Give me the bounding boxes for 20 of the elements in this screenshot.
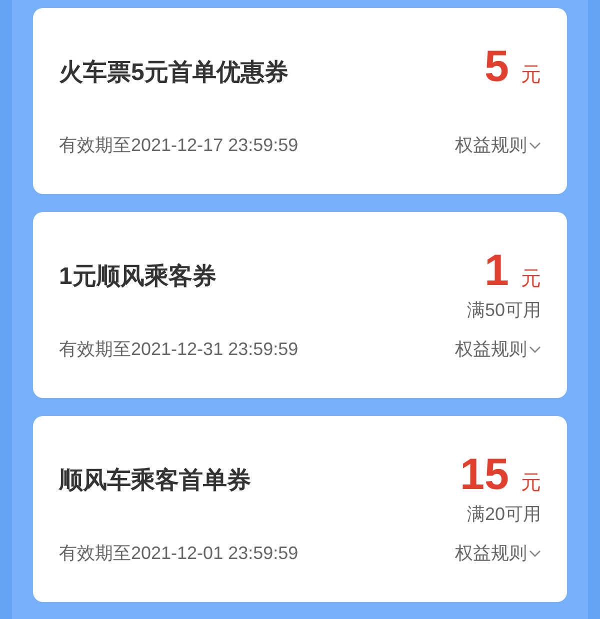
chevron-down-icon [529, 550, 541, 558]
coupon-title: 顺风车乘客首单券 [59, 466, 251, 496]
coupon-amount: 15 [460, 450, 509, 500]
currency-unit: 元 [521, 63, 541, 88]
validity-date: 有效期至2021-12-01 23:59:59 [59, 542, 298, 565]
currency-unit: 元 [521, 267, 541, 292]
currency-unit: 元 [521, 471, 541, 496]
rules-link[interactable]: 权益规则 [455, 540, 541, 567]
coupon-title: 火车票5元首单优惠券 [59, 58, 288, 88]
validity-date: 有效期至2021-12-31 23:59:59 [59, 338, 298, 361]
usage-condition: 满20可用 [466, 503, 541, 526]
validity-date: 有效期至2021-12-17 23:59:59 [59, 134, 298, 157]
usage-condition: 满50可用 [466, 299, 541, 322]
coupon-amount: 5 [484, 42, 509, 92]
coupon-title: 1元顺风乘客券 [59, 262, 216, 292]
rules-link[interactable]: 权益规则 [455, 132, 541, 159]
chevron-down-icon [529, 346, 541, 354]
coupon-amount: 1 [484, 246, 509, 296]
rules-link[interactable]: 权益规则 [455, 336, 541, 363]
chevron-down-icon [529, 142, 541, 150]
